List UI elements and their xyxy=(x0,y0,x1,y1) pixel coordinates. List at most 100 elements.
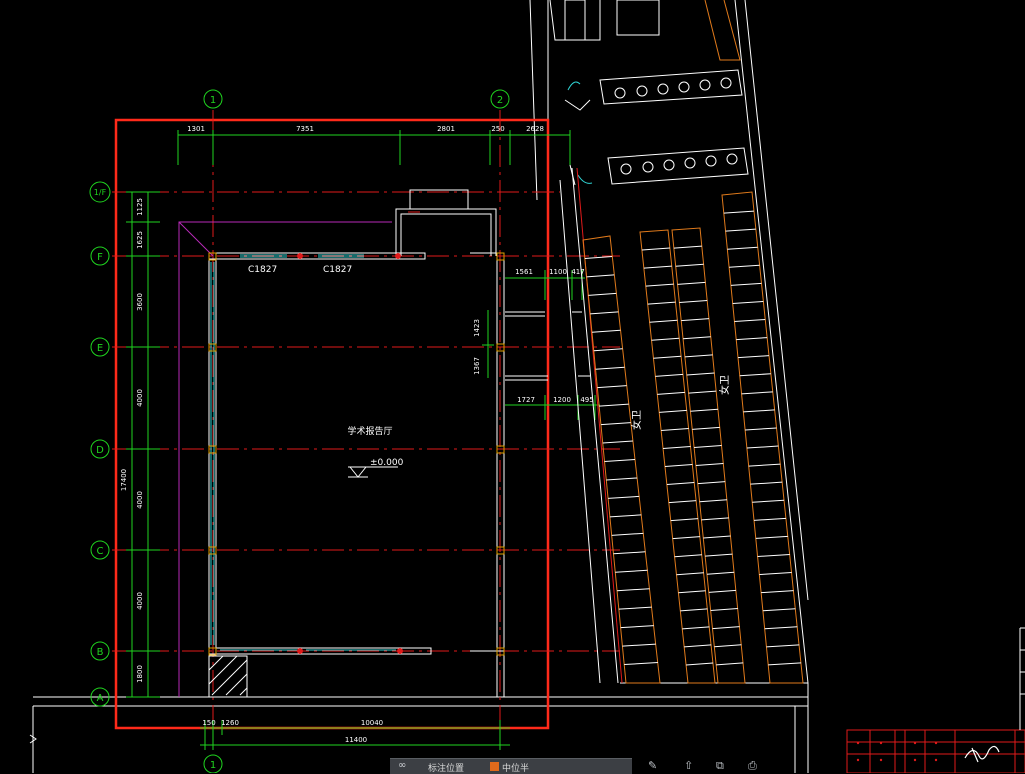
glasses-icon[interactable]: ∞ xyxy=(398,761,410,771)
stall-partition xyxy=(674,554,702,558)
stall-partition xyxy=(586,274,615,278)
stall-partition xyxy=(613,551,646,555)
dim-top-2: 2801 xyxy=(437,125,455,133)
dim-right-upper-0: 1561 xyxy=(515,268,533,276)
toolbar-label-position[interactable]: 标注位置 xyxy=(428,761,464,774)
stall-partition xyxy=(684,644,712,648)
stall-partition xyxy=(753,517,787,521)
stall-partition xyxy=(734,319,766,323)
axis-label-A: A xyxy=(97,693,104,704)
dim-left-6: 1800 xyxy=(136,665,144,683)
stall-partition xyxy=(653,355,682,359)
stall-partition xyxy=(661,427,689,431)
stall-partition xyxy=(761,590,794,594)
stall-partition xyxy=(617,588,650,592)
columns xyxy=(208,252,505,656)
axis-label-F: F xyxy=(97,252,103,263)
toolbar-label-layer[interactable]: 中位半 xyxy=(502,761,529,774)
window-label-0: C1827 xyxy=(248,265,277,275)
stall-partition xyxy=(692,426,720,430)
selection-frame[interactable] xyxy=(114,118,550,730)
stall-partition xyxy=(668,500,697,504)
stall-partition xyxy=(708,589,737,593)
dim-left-0: 1125 xyxy=(136,198,144,216)
stall-partition xyxy=(678,590,706,594)
stall-partition xyxy=(599,403,629,407)
stall-partition xyxy=(748,463,781,467)
stall-partition xyxy=(675,263,704,267)
stall-partition xyxy=(729,264,760,268)
right-tools: ✎ ⇧ ⧉ ⎙ xyxy=(640,760,770,773)
dim-bottom-0: 150 xyxy=(202,719,215,727)
stall-partition xyxy=(737,355,770,359)
dim-top-1: 7351 xyxy=(296,125,314,133)
stall-partition xyxy=(606,477,638,481)
dim-right-lower-0: 1727 xyxy=(517,396,535,404)
stall-partition xyxy=(657,391,685,395)
stall-partition xyxy=(730,282,762,286)
stall-partition xyxy=(643,265,672,269)
stall-partition xyxy=(611,532,644,536)
stall-partition xyxy=(714,644,742,648)
stall-partition xyxy=(659,409,687,413)
stall-partition xyxy=(622,643,656,647)
stall-partition xyxy=(703,535,731,539)
stall-partition xyxy=(680,608,708,612)
dim-left-4: 4000 xyxy=(136,491,144,509)
axis-label-D: D xyxy=(96,445,104,456)
stall-partition xyxy=(706,571,735,575)
print-icon[interactable]: ⎙ xyxy=(748,760,757,771)
axis-label-E: E xyxy=(97,343,103,354)
stall-partition xyxy=(701,517,729,521)
stall-partition xyxy=(716,662,744,666)
stall-partition xyxy=(584,255,613,259)
stall-partition xyxy=(670,518,699,522)
dim-top-0: 1301 xyxy=(187,125,205,133)
stall-partition xyxy=(676,572,704,576)
hatched-column xyxy=(208,655,248,698)
stall-partition xyxy=(757,553,790,557)
dim-right-lower-2: 495 xyxy=(580,396,593,404)
dim-right-vert-0: 1423 xyxy=(473,319,481,337)
stall-partition xyxy=(645,283,674,287)
cad-canvas[interactable]: 1 2 1 1/F F E D C B A 1301 7351 2801 250… xyxy=(0,0,1025,773)
stall-partition xyxy=(618,606,652,610)
stall-partition xyxy=(750,481,783,485)
stall-partition xyxy=(597,385,627,389)
stall-partition xyxy=(608,495,640,499)
stall-partition xyxy=(666,482,695,486)
stall-partition xyxy=(655,373,684,377)
stall-partition xyxy=(672,536,700,540)
stall-partition xyxy=(651,337,680,341)
pen-icon[interactable]: ✎ xyxy=(648,760,657,771)
stall-partition xyxy=(762,608,796,612)
stall-partition xyxy=(679,299,708,303)
red-markers xyxy=(297,253,403,654)
stall-partition xyxy=(752,499,785,503)
stall-partition xyxy=(615,569,648,573)
stall-partition xyxy=(649,319,678,323)
layer-color-swatch[interactable] xyxy=(490,762,499,771)
stall-partition xyxy=(697,481,726,485)
dim-left-1: 1625 xyxy=(136,231,144,249)
stall-partition xyxy=(705,553,733,557)
stall-partition xyxy=(699,499,728,503)
stall-partition xyxy=(688,390,717,394)
stall-partition xyxy=(759,572,792,576)
stall-partition xyxy=(624,662,658,666)
stall-partition xyxy=(736,337,768,341)
elevation-label: ±0.000 xyxy=(370,458,404,468)
stall-partition xyxy=(690,408,719,412)
window-label-1: C1827 xyxy=(323,265,352,275)
stall-partition xyxy=(591,329,621,333)
copy-icon[interactable]: ⧉ xyxy=(716,760,724,771)
stall-partition xyxy=(695,463,724,467)
stall-partition xyxy=(604,459,636,462)
arrow-up-icon[interactable]: ⇧ xyxy=(684,760,693,771)
stall-partition xyxy=(741,391,773,395)
axis-label-2-top: 2 xyxy=(497,95,503,106)
dim-right-vert-1: 1367 xyxy=(473,357,481,375)
stall-partition xyxy=(766,644,800,648)
dim-left-3: 4000 xyxy=(136,389,144,407)
stall-partition xyxy=(710,608,738,612)
